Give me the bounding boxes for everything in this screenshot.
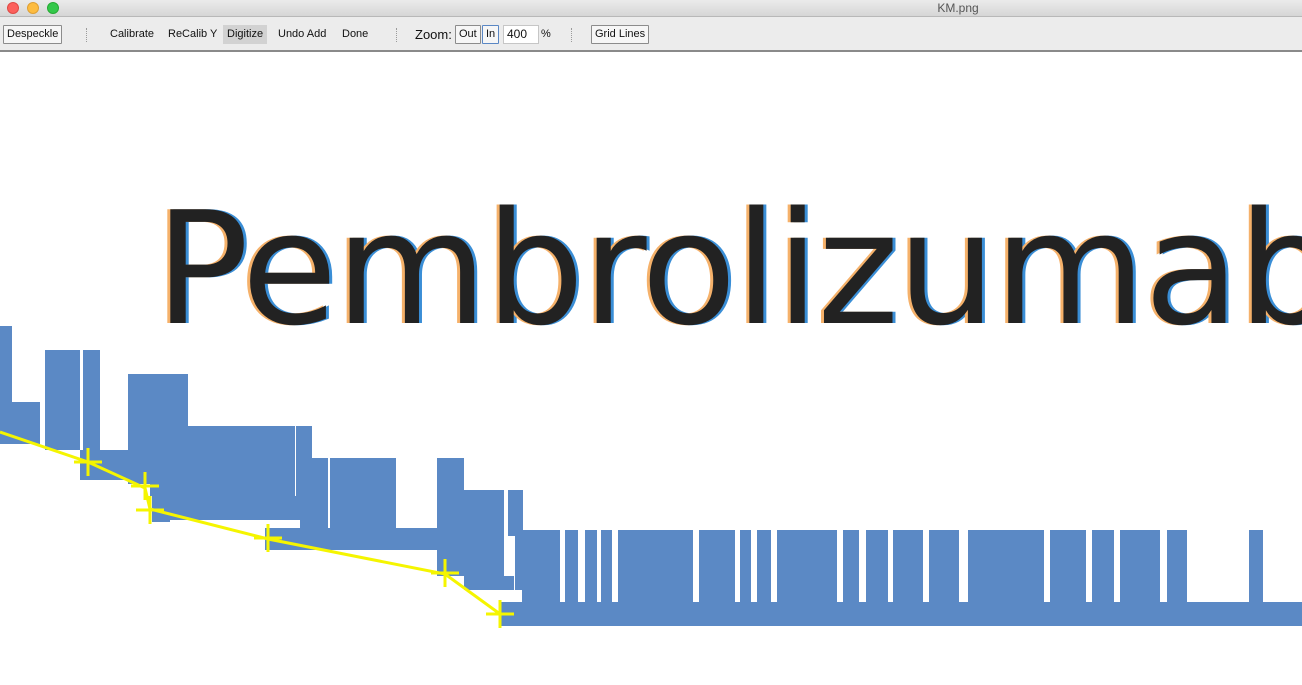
done-button[interactable]: Done	[338, 25, 372, 44]
digitize-button[interactable]: Digitize	[223, 25, 268, 44]
toolbar-separator	[86, 28, 88, 42]
zoom-in-button[interactable]: In	[482, 25, 500, 44]
recalib-y-button[interactable]: ReCalib Y	[164, 25, 221, 44]
grid-lines-button[interactable]: Grid Lines	[591, 25, 650, 44]
title-bar: KM.png	[0, 0, 1302, 17]
zoom-percent-label: %	[541, 28, 551, 40]
undo-add-button[interactable]: Undo Add	[274, 25, 330, 44]
despeckle-button[interactable]: Despeckle	[3, 25, 63, 44]
zoom-value-input[interactable]: 400	[503, 25, 539, 44]
toolbar: Despeckle Calibrate ReCalib Y Digitize U…	[0, 17, 1302, 52]
toolbar-separator	[571, 28, 573, 42]
km-plot-image[interactable]	[0, 52, 1302, 685]
image-canvas[interactable]: Pembrolizumab	[0, 52, 1302, 685]
zoom-label: Zoom:	[415, 27, 452, 42]
toolbar-separator	[396, 28, 398, 42]
calibrate-button[interactable]: Calibrate	[106, 25, 158, 44]
window-title: KM.png	[937, 1, 979, 15]
zoom-out-button[interactable]: Out	[455, 25, 481, 44]
km-curve	[0, 326, 1302, 626]
